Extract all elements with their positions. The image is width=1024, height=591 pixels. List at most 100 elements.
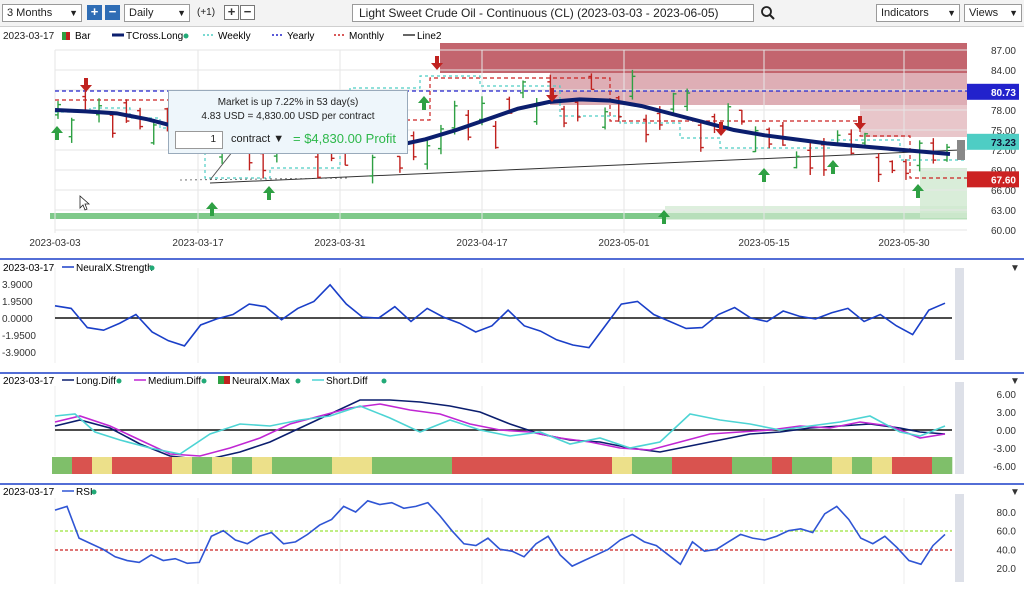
neuralx-max-cell [392,457,413,474]
neuralx-max-cell [172,457,193,474]
neuralx-max-cell [432,457,453,474]
price-y-tick: 84.00 [991,66,1016,77]
offset-label: (+1) [197,7,216,18]
legend-yearly[interactable]: Yearly [287,31,314,42]
neuralx-max-strip [52,457,953,474]
price-y-tick: 87.00 [991,46,1016,57]
rsi-y-axis: 80.0 60.0 40.0 20.0 [997,508,1017,575]
neuralx-max-cell [452,457,473,474]
legend-line2[interactable]: Line2 [417,31,442,42]
price-x-tick: 2023-05-15 [738,238,790,249]
legend-monthly[interactable]: Monthly [349,31,384,42]
rsi-scrollbar[interactable] [955,494,964,582]
neuralx-max-cell [632,457,653,474]
diff-y-axis: 6.00 3.00 0.00 -3.00 -6.00 [993,390,1016,473]
popup-detail: 4.83 USD = 4,830.00 USD per contract [201,111,375,122]
zoom-in-button[interactable]: + [224,5,239,20]
legend-bar[interactable]: Bar [75,31,91,42]
neuralx-max-cell [652,457,673,474]
neural-y-tick: 0.0000 [2,314,33,325]
chevron-down-icon: ▼ [177,8,186,18]
rsi-date-label: 2023-03-17 [3,487,55,498]
diff-y-tick: 0.00 [997,426,1017,437]
minus-icon[interactable]: − [105,5,120,20]
legend-rsi[interactable]: RSI [76,487,93,498]
zoom-out-button[interactable]: − [240,5,255,20]
toolbar: 3 Months ▼ + − Daily ▼ (+1) + − Light Swee… [0,0,1024,27]
price-tag-label: 73.23 [991,138,1016,149]
pane-collapse-icon[interactable]: ▼ [1010,487,1020,498]
legend-neuralx-strength[interactable]: NeuralX.Strength [76,263,153,274]
scroll-handle[interactable] [957,140,965,160]
neuralx-max-cell [692,457,713,474]
neural-date-label: 2023-03-17 [3,263,55,274]
rsi-pane[interactable]: 80.0 60.0 40.0 20.0 2023-03-17 RSI ▼ [0,483,1024,584]
diff-scrollbar[interactable] [955,382,964,474]
neuralx-max-cell [492,457,513,474]
price-tag-label: 67.60 [991,175,1016,186]
pane-collapse-icon[interactable]: ▼ [1010,376,1020,387]
neural-y-tick: 3.9000 [2,280,33,291]
interval-select[interactable]: Daily ▼ [124,4,190,22]
legend-neuralx-max[interactable]: NeuralX.Max [232,376,290,387]
search-icon[interactable] [760,4,776,22]
legend-medium-diff[interactable]: Medium.Diff [148,376,201,387]
price-x-tick: 2023-05-01 [598,238,650,249]
neuralx-max-cell [732,457,753,474]
plus-icon[interactable]: + [87,5,102,20]
indicators-dropdown[interactable]: Indicators ▼ [876,4,960,22]
neuralx-max-cell [352,457,373,474]
quantity-input[interactable]: 1 [175,131,223,149]
instrument-title-input[interactable]: Light Sweet Crude Oil - Continuous (CL) … [352,4,754,22]
legend-tcross[interactable]: TCross.Long [126,31,183,42]
price-tags: 80.73 73.23 67.60 [967,83,1019,188]
neuralx-max-cell [872,457,893,474]
dot-icon [149,265,155,271]
chevron-down-icon: ▼ [69,8,78,18]
rsi-y-tick: 40.0 [997,545,1017,556]
diff-y-tick: -6.00 [993,462,1016,473]
legend-long-diff[interactable]: Long.Diff [76,376,116,387]
diff-pane[interactable]: 6.00 3.00 0.00 -3.00 -6.00 2023-03-17 Long.D… [0,372,1024,474]
price-x-tick: 2023-03-03 [29,238,81,249]
profit-value: = $4,830.00 Profit [293,131,396,146]
rsi-y-tick: 60.0 [997,527,1017,538]
price-x-tick: 2023-03-31 [314,238,366,249]
neural-y-axis: 3.9000 1.9500 0.0000 -1.9500 -3.9000 [2,280,36,359]
neuralx-max-cell [52,457,73,474]
neuralx-max-cell [672,457,693,474]
neuralx-max-cell [792,457,813,474]
rsi-line [54,499,946,568]
popup-summary: Market is up 7.22% in 53 day(s) [217,97,359,108]
neuralx-max-cell [832,457,853,474]
neuralx-max-cell [752,457,773,474]
neuralx-max-cell [852,457,873,474]
period-select[interactable]: 3 Months ▼ [2,4,82,22]
price-tag-label: 80.73 [991,88,1016,99]
neuralx-max-cell [332,457,353,474]
neural-scrollbar[interactable] [955,268,964,360]
price-y-tick: 78.00 [991,106,1016,117]
unit-select[interactable]: contract ▼ [231,133,284,145]
pane-collapse-icon[interactable]: ▼ [1010,263,1020,274]
chart-area[interactable]: 87.0084.0081.0078.0075.0072.0069.0066.00… [0,28,1024,588]
legend-short-diff[interactable]: Short.Diff [326,376,368,387]
neuralx-max-cell [372,457,393,474]
price-pane[interactable]: 87.0084.0081.0078.0075.0072.0069.0066.00… [0,28,1024,258]
neuralx-max-cell [912,457,933,474]
price-date-label: 2023-03-17 [3,31,55,42]
neural-pane[interactable]: 3.9000 1.9500 0.0000 -1.9500 -3.9000 2023-03… [0,258,1024,363]
price-y-tick: 60.00 [991,226,1016,237]
neuralx-max-cell [932,457,953,474]
profit-popup: Market is up 7.22% in 53 day(s) 4.83 USD… [168,90,408,154]
neuralx-max-cell [412,457,433,474]
chevron-down-icon: ▼ [947,8,956,18]
neuralx-max-cell [192,457,213,474]
legend-weekly[interactable]: Weekly [218,31,251,42]
neuralx-max-cell [572,457,593,474]
neuralx-strength-line [54,283,946,349]
rsi-y-tick: 20.0 [997,564,1017,575]
views-dropdown[interactable]: Views ▼ [964,4,1022,22]
neuralx-max-cell [532,457,553,474]
neuralx-max-cell [772,457,793,474]
